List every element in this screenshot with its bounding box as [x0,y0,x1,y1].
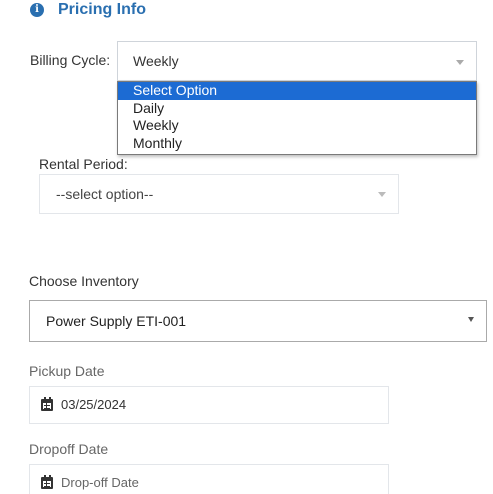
dropoff-date-label: Dropoff Date [29,441,109,457]
chevron-down-icon [378,192,386,197]
calendar-icon [41,397,53,411]
section-title: Pricing Info [58,1,146,18]
billing-cycle-select[interactable]: Weekly [117,41,477,81]
dropdown-option-weekly[interactable]: Weekly [118,117,476,135]
inventory-value: Power Supply ETI-001 [46,313,187,329]
pickup-date-label: Pickup Date [29,363,105,379]
billing-cycle-value: Weekly [133,53,179,69]
rental-period-value: --select option-- [56,186,154,202]
pickup-date-value: 03/25/2024 [61,397,127,412]
chevron-down-icon [456,60,464,65]
dropoff-date-placeholder: Drop-off Date [61,475,139,490]
billing-cycle-label: Billing Cycle: [30,52,111,68]
rental-period-select[interactable]: --select option-- [39,174,399,214]
inventory-select[interactable]: Power Supply ETI-001 [29,300,487,342]
calendar-icon [41,475,53,489]
chevron-down-icon [468,317,474,322]
dropdown-option-daily[interactable]: Daily [118,100,476,118]
pickup-date-input[interactable]: 03/25/2024 [29,386,389,424]
dropoff-date-input[interactable]: Drop-off Date [29,464,389,494]
section-header: i Pricing Info [30,0,146,20]
dropdown-option-select-option[interactable]: Select Option [118,82,476,100]
choose-inventory-label: Choose Inventory [29,273,139,289]
billing-cycle-dropdown: Select Option Daily Weekly Monthly [117,81,477,155]
rental-period-label: Rental Period: [39,156,128,172]
dropdown-option-monthly[interactable]: Monthly [118,135,476,153]
info-circle-icon: i [30,3,44,17]
